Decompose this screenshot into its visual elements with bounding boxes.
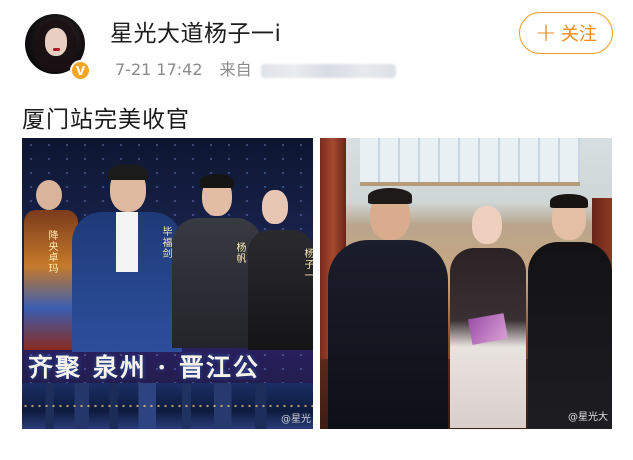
post-source-blurred xyxy=(260,63,396,78)
photo-watermark: @星光 xyxy=(281,414,311,425)
city-skyline xyxy=(22,383,313,429)
post-photo-2[interactable]: @星光大 xyxy=(320,138,612,429)
photo-banner-text: 齐聚 泉州 · 晋江公 xyxy=(28,353,260,382)
photo-person xyxy=(528,194,612,429)
photo-name-label: 降央卓玛 xyxy=(46,230,57,274)
post-source-prefix: 来自 xyxy=(219,60,252,79)
photo-person xyxy=(448,200,528,429)
plus-icon: + xyxy=(535,18,557,48)
photo-name-label: 毕福剑 xyxy=(160,226,171,259)
post-photo-1[interactable]: 降央卓玛 毕福剑 杨帆 杨子一 齐聚 泉州 · 晋江公 @星光 xyxy=(22,138,313,429)
avatar-lips xyxy=(53,48,60,51)
avatar-face xyxy=(45,28,67,56)
photo-name-label: 杨帆 xyxy=(234,242,245,264)
username[interactable]: 星光大道杨子一i xyxy=(110,14,281,48)
verified-badge-icon: V xyxy=(70,60,91,81)
follow-label: 关注 xyxy=(560,24,597,45)
follow-button[interactable]: + 关注 xyxy=(519,12,613,54)
photo-person xyxy=(328,188,448,429)
post-meta: 7-21 17:42 来自 xyxy=(115,56,396,80)
photo-ceiling xyxy=(360,138,580,186)
post-text: 厦门站完美收官 xyxy=(22,107,190,133)
photo-watermark: @星光大 xyxy=(568,412,608,423)
post-time: 7-21 17:42 xyxy=(115,60,203,79)
photo-name-label: 杨子一 xyxy=(302,248,313,281)
